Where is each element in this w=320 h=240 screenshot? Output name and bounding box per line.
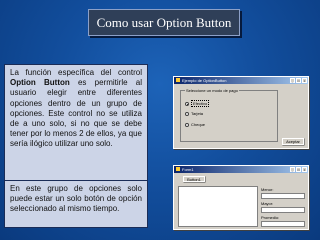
window1-caption-buttons: _ □ ×: [290, 78, 307, 83]
groupbox-label: Seleccione un modo de pago: [185, 88, 239, 93]
option-label: Cheque: [191, 122, 206, 127]
form1-window: Form1 _ □ × Button1 Menor: Mayor: Promed…: [173, 165, 309, 230]
note-textbox: En este grupo de opciones solo puede est…: [4, 180, 148, 228]
option-label: Efectivo: [191, 100, 210, 107]
window2-titlebar: Form1 _ □ ×: [174, 166, 308, 173]
option-cheque[interactable]: Cheque: [185, 122, 205, 127]
maximize-icon[interactable]: □: [296, 167, 301, 172]
maximize-icon[interactable]: □: [296, 78, 301, 83]
slide-title: Como usar Option Button: [88, 9, 240, 36]
payment-groupbox: Seleccione un modo de pago Efectivo Tarj…: [180, 88, 278, 142]
radio-icon[interactable]: [185, 111, 189, 116]
promedio-textbox[interactable]: [261, 221, 305, 227]
field-label-menor: Menor:: [261, 187, 274, 192]
window2-title: Form1: [182, 167, 194, 172]
description-text-part1: La función específica del control: [10, 68, 142, 77]
field-label-promedio: Promedio:: [261, 215, 280, 220]
form-icon: [176, 167, 180, 171]
option-tarjeta[interactable]: Tarjeta: [185, 111, 203, 116]
option-label: Tarjeta: [191, 111, 204, 116]
menor-textbox[interactable]: [261, 193, 305, 199]
button1[interactable]: Button1: [183, 176, 205, 182]
radio-icon[interactable]: [185, 122, 189, 127]
accept-button[interactable]: Aceptar: [282, 138, 304, 145]
optionbutton-example-window: Ejemplo de OptionButton _ □ × Seleccione…: [173, 76, 309, 149]
description-text-part2: es permitirle al usuario elegir entre di…: [10, 78, 142, 149]
radio-selected-icon[interactable]: [185, 101, 189, 106]
option-efectivo[interactable]: Efectivo: [185, 100, 210, 107]
minimize-icon[interactable]: _: [290, 167, 295, 172]
listbox-panel[interactable]: [178, 186, 258, 227]
description-textbox: La función específica del control Option…: [4, 64, 148, 181]
form-icon: [176, 78, 180, 82]
minimize-icon[interactable]: _: [290, 78, 295, 83]
close-icon[interactable]: ×: [302, 78, 307, 83]
field-label-mayor: Mayor:: [261, 201, 274, 206]
mayor-textbox[interactable]: [261, 207, 305, 213]
window1-title: Ejemplo de OptionButton: [182, 78, 227, 83]
close-icon[interactable]: ×: [302, 167, 307, 172]
description-bold-term: Option Button: [10, 78, 70, 88]
window2-caption-buttons: _ □ ×: [290, 167, 307, 172]
window1-titlebar: Ejemplo de OptionButton _ □ ×: [174, 77, 308, 84]
